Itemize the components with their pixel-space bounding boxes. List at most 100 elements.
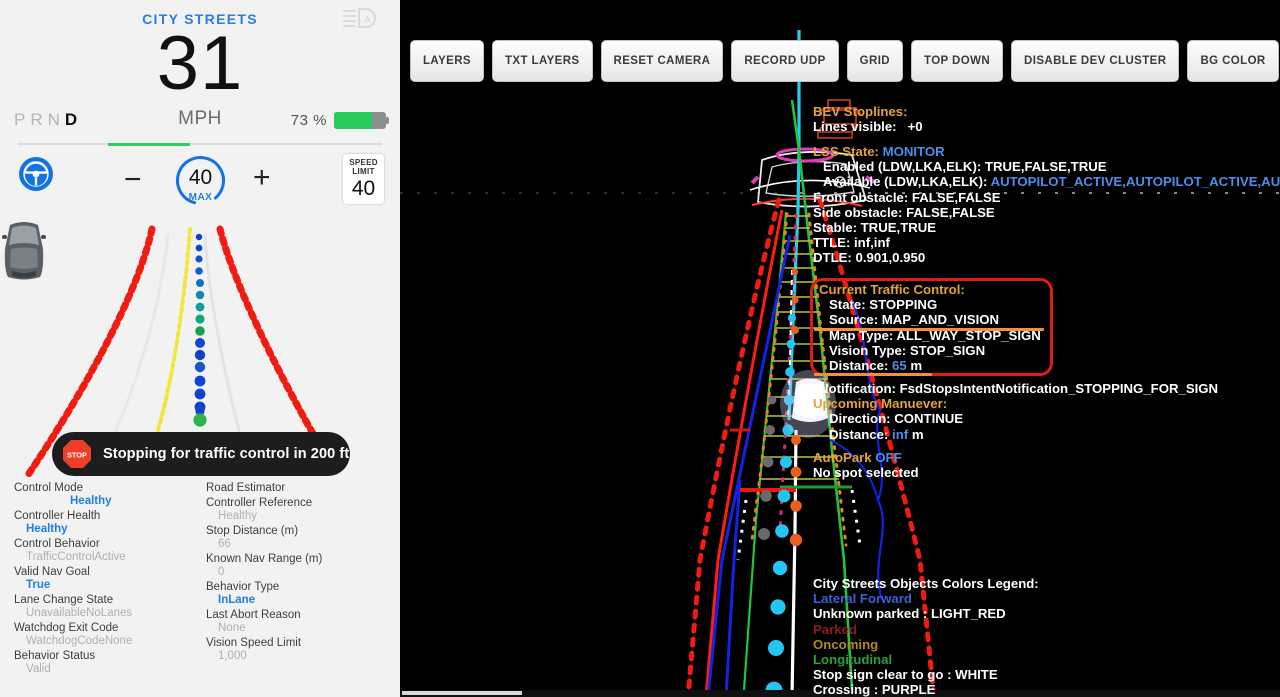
maneuver-distance-key: Distance:	[829, 427, 888, 442]
stat-item: Behavior TypeInLane	[206, 580, 386, 607]
disable-dev-cluster-button[interactable]: DISABLE DEV CLUSTER	[1011, 40, 1179, 82]
gear-n: N	[48, 110, 65, 129]
lines-visible-key: Lines visible:	[813, 119, 897, 134]
stat-key: Valid Nav Goal	[14, 565, 194, 579]
gear-r: R	[30, 110, 47, 129]
stat-item: Controller ReferenceHealthy	[206, 496, 386, 523]
lss-available-key: Available (LDW,LKA,ELK):	[823, 174, 987, 189]
cruise-decrease-button[interactable]: −	[124, 163, 142, 197]
ego-vehicle-icon	[0, 215, 48, 283]
stat-key: Control Behavior	[14, 537, 194, 551]
stat-value: 1,000	[206, 650, 386, 663]
stat-item: Stop Distance (m)66	[206, 524, 386, 551]
traffic-control-vision-type: Vision Type: STOP_SIGN	[819, 343, 1041, 358]
legend-item: Unknown parked : LIGHT_RED	[813, 606, 1039, 621]
traffic-control-title: Current Traffic Control:	[819, 282, 1041, 297]
stat-value: Healthy	[14, 523, 194, 536]
autopark-block: AutoPark OFF No spot selected	[813, 450, 919, 480]
stats-column-right: Road Estimator Controller ReferenceHealt…	[206, 481, 386, 677]
lss-available: Available (LDW,LKA,ELK): AUTOPILOT_ACTIV…	[813, 174, 1280, 189]
stat-item: Controller HealthHealthy	[14, 509, 194, 536]
top-down-button[interactable]: TOP DOWN	[911, 40, 1003, 82]
stat-item: Last Abort ReasonNone	[206, 608, 386, 635]
stat-key: Control Mode	[14, 481, 194, 495]
battery-indicator: 73 %	[291, 112, 386, 129]
distance-underline	[814, 373, 932, 376]
battery-icon	[334, 112, 386, 129]
speed-limit-line2: LIMIT	[352, 167, 374, 176]
stat-key: Behavior Type	[206, 580, 386, 594]
maneuver-distance-unit: m	[912, 427, 924, 442]
stat-value: TrafficControlActive	[14, 551, 194, 564]
gear-d: D	[65, 110, 82, 129]
distance-value: 65	[892, 358, 907, 373]
instrument-cluster: CITY STREETS A 31 MPH PRND 73 %	[0, 0, 400, 697]
lss-ttle: TTLE: inf,inf	[813, 235, 1280, 250]
speed-limit-value: 40	[352, 177, 375, 201]
maneuver-distance: Distance: inf m	[819, 427, 1218, 442]
stat-value: InLane	[206, 594, 386, 607]
gear-indicator: PRND	[14, 110, 82, 130]
txt-layers-button[interactable]: TXT LAYERS	[492, 40, 593, 82]
speed-limit-sign: SPEED LIMIT 40	[343, 154, 384, 204]
record-udp-button[interactable]: RECORD UDP	[731, 40, 838, 82]
lss-title: LSS State: MONITOR	[813, 144, 1280, 159]
notification-and-maneuver-block: Notification: FsdStopsIntentNotification…	[819, 381, 1218, 442]
legend-item: Oncoming	[813, 637, 1039, 652]
fsd-notification: Notification: FsdStopsIntentNotification…	[819, 381, 1218, 396]
cruise-set-speed[interactable]: 40 MAX	[173, 153, 228, 208]
upcoming-maneuver-title: Upcoming Manuever:	[813, 396, 1218, 411]
lss-title-key: LSS State:	[813, 144, 879, 159]
distance-unit: m	[910, 358, 922, 373]
reset-camera-button[interactable]: RESET CAMERA	[601, 40, 724, 82]
maneuver-direction: Direction: CONTINUE	[819, 411, 1218, 426]
planned-path-dots	[193, 234, 206, 427]
traffic-control-source: Source: MAP_AND_VISION	[819, 312, 1041, 327]
layers-button[interactable]: LAYERS	[410, 40, 484, 82]
lss-front-obstacle: Front obstacle: FALSE,FALSE	[813, 190, 1280, 205]
stat-item: Behavior StatusValid	[14, 649, 194, 676]
stop-notification-text: Stopping for traffic control in 200 ft	[103, 446, 349, 462]
cluster-debug-stats: Control ModeHealthy Controller HealthHea…	[0, 481, 400, 677]
lss-side-obstacle: Side obstacle: FALSE,FALSE	[813, 205, 1280, 220]
stat-item: Control ModeHealthy	[14, 481, 194, 508]
stop-sign-icon: STOP	[62, 439, 92, 469]
lss-stable: Stable: TRUE,TRUE	[813, 220, 1280, 235]
traffic-control-distance: Distance: 65 m	[819, 358, 1041, 373]
legend-item: Parked	[813, 622, 1039, 637]
lss-enabled-value: TRUE,FALSE,TRUE	[985, 159, 1107, 174]
stat-value: Healthy	[206, 510, 386, 523]
stat-key: Controller Health	[14, 509, 194, 523]
svg-text:STOP: STOP	[67, 451, 87, 460]
steering-wheel-icon[interactable]	[18, 156, 54, 192]
maneuver-distance-value: inf	[892, 427, 908, 442]
lines-visible-value: +0	[908, 119, 923, 134]
cruise-control-section: − 40 MAX + SPEED LIMIT 40	[0, 145, 400, 215]
lss-title-value: MONITOR	[883, 144, 945, 159]
bg-color-button[interactable]: BG COLOR	[1187, 40, 1278, 82]
grid-button[interactable]: GRID	[847, 40, 903, 82]
stat-key: Stop Distance (m)	[206, 524, 386, 538]
lss-dtle: DTLE: 0.901,0.950	[813, 250, 1280, 265]
stat-item: Road Estimator	[206, 481, 386, 495]
stat-key: Known Nav Range (m)	[206, 552, 386, 566]
svg-text:A: A	[364, 15, 371, 26]
bev-stoplines-block: BEV Stoplines: Lines visible: +0	[813, 104, 923, 134]
autopark-status-text: No spot selected	[813, 465, 919, 480]
gear-p: P	[14, 110, 30, 129]
stat-key: Vision Speed Limit	[206, 636, 386, 650]
stat-value: Valid	[14, 663, 194, 676]
autopark-title: AutoPark OFF	[813, 450, 919, 465]
distance-key: Distance:	[829, 358, 888, 373]
color-legend-block: City Streets Objects Colors Legend: Late…	[813, 576, 1039, 697]
battery-fill	[334, 112, 372, 129]
stat-value: UnavailableNoLanes	[14, 607, 194, 620]
stat-key: Road Estimator	[206, 481, 386, 495]
stat-key: Controller Reference	[206, 496, 386, 510]
stat-key: Behavior Status	[14, 649, 194, 663]
developer-bev-view: 2:22 PM 69° F DEVELOPER Me	[400, 0, 1280, 697]
cruise-speed-value: 40	[173, 166, 228, 190]
stat-item: Lane Change StateUnavailableNoLanes	[14, 593, 194, 620]
stat-value: True	[14, 579, 194, 592]
cruise-increase-button[interactable]: +	[253, 161, 271, 195]
